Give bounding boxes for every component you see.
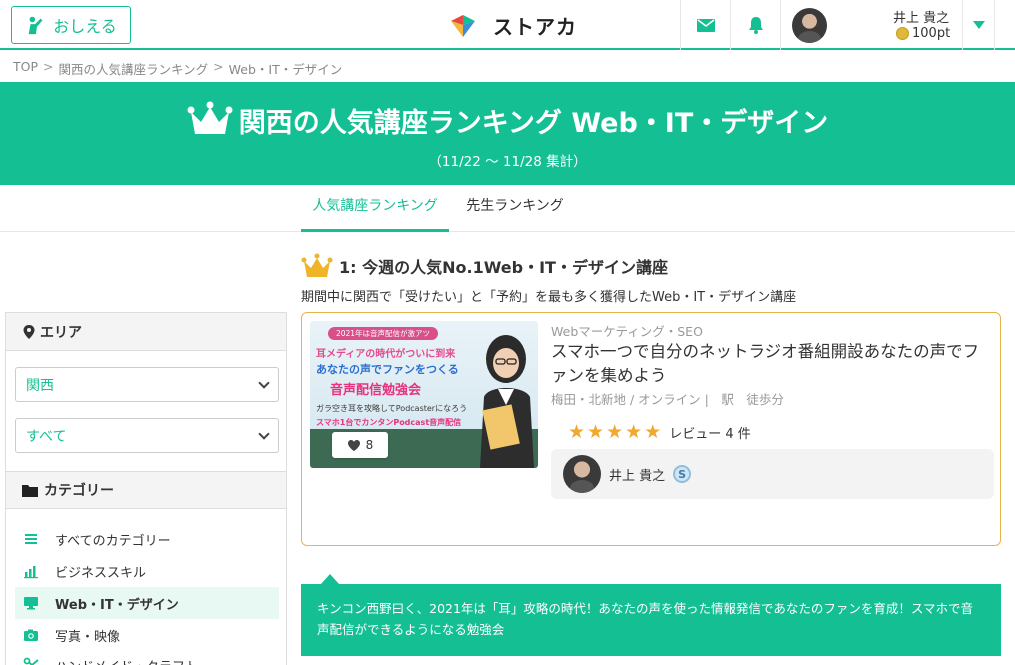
logo-mark-icon bbox=[451, 15, 475, 37]
user-dropdown-button[interactable] bbox=[962, 0, 995, 50]
user-points-value: 100pt bbox=[912, 26, 951, 41]
star-icon: ★ bbox=[644, 421, 662, 443]
sidebar-filter: エリア 関西 すべて カテゴリー すべてのカテゴリー ビジネススキル Web・I… bbox=[5, 312, 287, 665]
area-heading: エリア bbox=[6, 313, 286, 351]
tab-teacher-ranking[interactable]: 先生ランキング bbox=[460, 185, 570, 232]
teach-button-label: おしえる bbox=[53, 17, 117, 36]
thumb-caption: ガラ空き耳を攻略してPodcasterになろう bbox=[316, 404, 468, 413]
review-count[interactable]: レビュー 4 件 bbox=[669, 423, 751, 442]
gold-crown-icon bbox=[301, 253, 333, 277]
teach-button[interactable]: おしえる bbox=[11, 6, 131, 44]
chevron-down-icon bbox=[258, 376, 270, 389]
subarea-select-value: すべて bbox=[26, 428, 67, 445]
sidebar-item-label: ハンドメイド・クラフト bbox=[55, 656, 198, 665]
sidebar-item-label: Web・IT・デザイン bbox=[55, 597, 179, 613]
user-avatar[interactable] bbox=[792, 8, 827, 43]
breadcrumb-separator: > bbox=[213, 59, 224, 74]
list-icon bbox=[25, 534, 37, 544]
teacher-info[interactable]: 井上 貴之 S bbox=[551, 449, 994, 499]
course-category[interactable]: Webマーケティング・SEO bbox=[551, 321, 703, 340]
thumb-caption: スマホ1台でカンタンPodcast音声配信 bbox=[316, 418, 462, 427]
ranking-heading: 1: 今週の人気No.1Web・IT・デザイン講座 bbox=[301, 253, 668, 279]
breadcrumb: TOP > 関西の人気講座ランキング > Web・IT・デザイン bbox=[13, 59, 342, 78]
ranking-period: （11/22 〜 11/28 集計） bbox=[428, 154, 587, 170]
messages-button[interactable] bbox=[680, 0, 730, 50]
breadcrumb-separator: > bbox=[43, 59, 54, 74]
star-icon: ★ bbox=[606, 421, 624, 443]
thumb-caption: 2021年は音声配信が激アツ bbox=[328, 327, 438, 340]
caret-down-icon bbox=[972, 21, 985, 29]
crown-icon bbox=[187, 101, 233, 134]
sidebar-item-photo-video[interactable]: 写真・映像 bbox=[15, 619, 279, 651]
folder-icon bbox=[22, 485, 38, 497]
ranking-tabs: 人気講座ランキング 先生ランキング bbox=[0, 185, 1015, 232]
camera-icon bbox=[24, 629, 38, 641]
teacher-illustration bbox=[480, 335, 534, 468]
logo-text: ストアカ bbox=[493, 14, 577, 39]
course-location: 梅田・北新地 / オンライン | 駅 徒歩分 bbox=[551, 392, 784, 407]
category-heading: カテゴリー bbox=[6, 471, 286, 509]
page-title: 関西の人気講座ランキング Web・IT・デザイン bbox=[0, 100, 1015, 140]
ranking-heading-text: 1: 今週の人気No.1Web・IT・デザイン講座 bbox=[339, 258, 668, 277]
scissors-icon bbox=[23, 657, 39, 665]
like-button[interactable]: 8 bbox=[332, 432, 388, 458]
ranking-hero-banner: 関西の人気講座ランキング Web・IT・デザイン （11/22 〜 11/28 … bbox=[0, 82, 1015, 185]
notifications-button[interactable] bbox=[730, 0, 780, 50]
course-summary: キンコン西野曰く、2021年は「耳」攻略の時代！あなたの声を使った情報発信であな… bbox=[301, 574, 1001, 656]
sidebar-item-web-it-design[interactable]: Web・IT・デザイン bbox=[15, 587, 279, 619]
coin-icon bbox=[896, 27, 909, 40]
region-select[interactable]: 関西 bbox=[15, 367, 279, 402]
thumb-caption: 耳メディアの時代がついに到来 bbox=[316, 349, 456, 360]
thumb-caption: あなたの声でファンをつくる bbox=[316, 363, 459, 376]
course-card[interactable]: 2021年は音声配信が激アツ 耳メディアの時代がついに到来 あなたの声でファンを… bbox=[301, 312, 1001, 546]
region-select-value: 関西 bbox=[26, 377, 54, 394]
sidebar-item-label: 写真・映像 bbox=[55, 629, 121, 645]
monitor-icon bbox=[24, 597, 38, 610]
heart-icon bbox=[347, 439, 360, 451]
top-header: おしえる ストアカ 井上 貴之 100pt bbox=[0, 0, 1015, 50]
teacher-avatar bbox=[563, 455, 601, 493]
teacher-rank-badge: S bbox=[673, 465, 692, 483]
teacher-icon bbox=[28, 16, 43, 35]
sidebar-item-label: すべてのカテゴリー bbox=[55, 533, 171, 549]
mail-icon bbox=[696, 19, 715, 32]
course-thumbnail[interactable]: 2021年は音声配信が激アツ 耳メディアの時代がついに到来 あなたの声でファンを… bbox=[310, 321, 538, 468]
sidebar-item-business-skills[interactable]: ビジネススキル bbox=[15, 555, 279, 587]
breadcrumb-top[interactable]: TOP bbox=[13, 59, 38, 78]
sidebar-item-all-categories[interactable]: すべてのカテゴリー bbox=[15, 523, 279, 555]
rating-stars: ★ ★ ★ ★ ★ レビュー 4 件 bbox=[568, 422, 751, 442]
storeca-logo[interactable]: ストアカ bbox=[449, 10, 577, 40]
ranking-description: 期間中に関西で「受けたい」と「予約」を最も多く獲得したWeb・IT・デザイン講座 bbox=[301, 290, 797, 305]
map-pin-icon bbox=[23, 324, 35, 339]
category-heading-text: カテゴリー bbox=[44, 483, 114, 499]
teacher-name: 井上 貴之 bbox=[609, 468, 666, 484]
like-count: 8 bbox=[365, 438, 374, 452]
star-icon: ★ bbox=[587, 421, 605, 443]
breadcrumb-ranking[interactable]: 関西の人気講座ランキング bbox=[59, 59, 209, 78]
bell-icon bbox=[748, 17, 763, 34]
sidebar-item-label: ビジネススキル bbox=[55, 565, 147, 581]
area-heading-text: エリア bbox=[40, 324, 82, 341]
user-name: 井上 貴之 bbox=[893, 11, 950, 26]
star-icon: ★ bbox=[625, 421, 643, 443]
star-icon: ★ bbox=[568, 421, 586, 443]
page-title-text: 関西の人気講座ランキング Web・IT・デザイン bbox=[238, 107, 829, 139]
user-points: 100pt bbox=[896, 26, 950, 41]
chevron-down-icon bbox=[258, 427, 270, 440]
thumb-caption: 音声配信勉強会 bbox=[330, 383, 422, 398]
sidebar-item-handmade[interactable]: ハンドメイド・クラフト bbox=[15, 649, 279, 665]
course-title[interactable]: スマホ一つで自分のネットラジオ番組開設あなたの声でファンを集めよう bbox=[551, 340, 991, 388]
breadcrumb-current: Web・IT・デザイン bbox=[228, 62, 343, 77]
tab-course-ranking[interactable]: 人気講座ランキング bbox=[301, 185, 449, 232]
subarea-select[interactable]: すべて bbox=[15, 418, 279, 453]
bar-chart-icon bbox=[24, 566, 38, 579]
